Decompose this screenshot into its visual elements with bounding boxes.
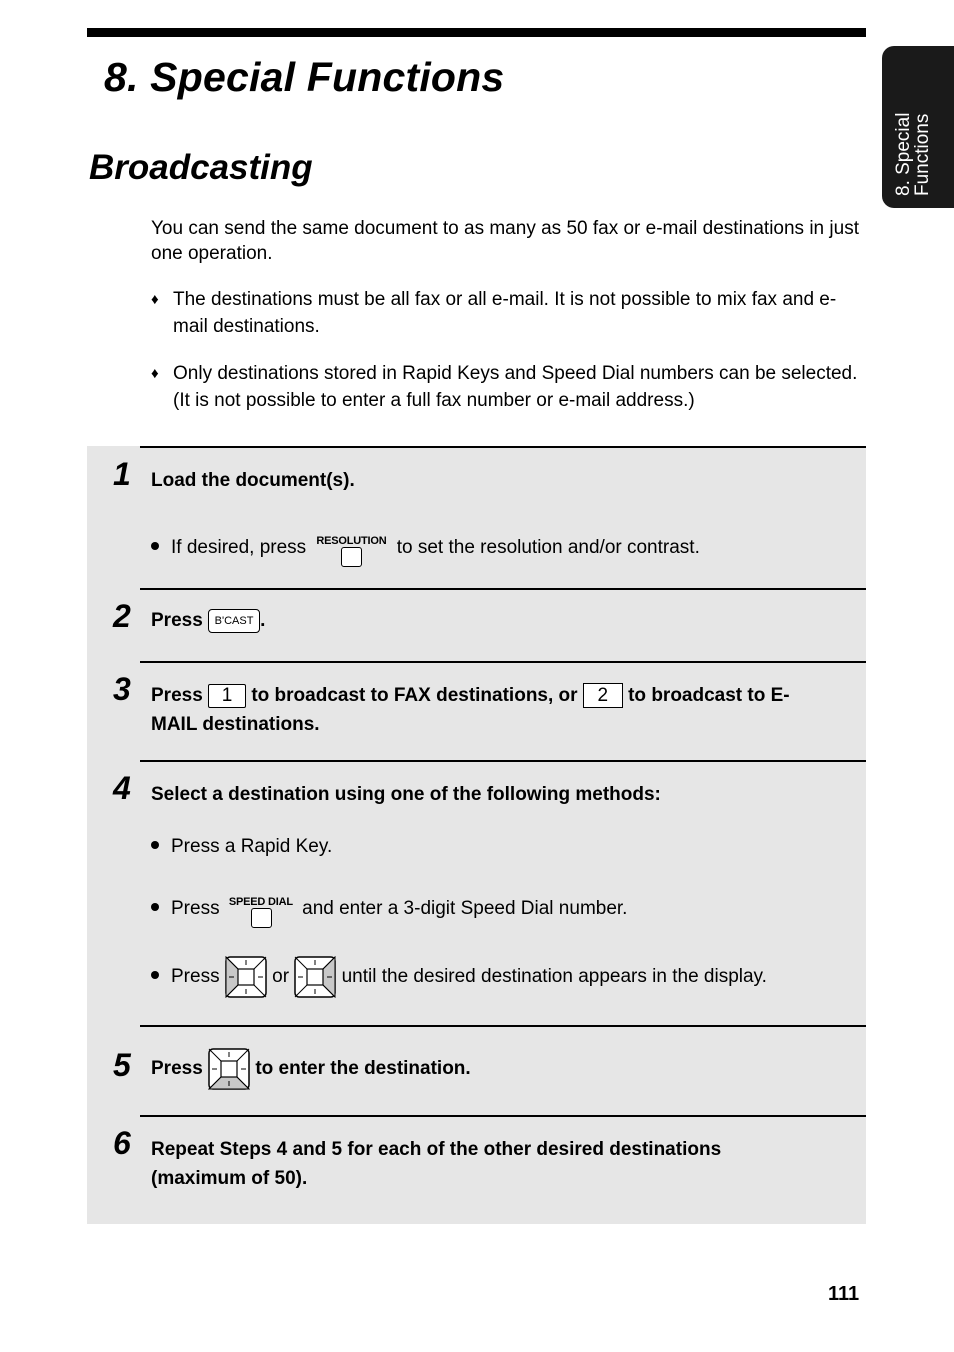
side-tab-label: 8. Special Functions (893, 66, 933, 196)
step-bullet: Press or until the desired destination a… (151, 956, 767, 998)
bullet-text: and enter a 3-digit Speed Dial number. (302, 898, 628, 920)
step-text: Press B'CAST. (151, 606, 851, 635)
intro-paragraph: You can send the same document to as man… (151, 218, 859, 264)
step-text-middle: to broadcast to FAX destinations, or (251, 685, 578, 706)
page-number: 111 (828, 1283, 860, 1305)
step-1: 1 Load the document(s). If desired, pres… (87, 446, 866, 588)
side-tab-line-1: 8. Special (893, 112, 914, 196)
chapter-title: 8. Special Functions (104, 54, 505, 100)
step-2: 2 Press B'CAST. (87, 588, 866, 661)
step-text: Select a destination using one of the fo… (151, 784, 661, 805)
bullet-text: Press a Rapid Key. (171, 836, 333, 857)
bullet-dot-icon (151, 903, 159, 912)
intro: You can send the same document to as man… (151, 216, 861, 414)
step-text-line-2: (maximum of 50). (151, 1168, 308, 1189)
digit-2-key: 2 (582, 683, 623, 709)
step-text-end: to broadcast to E- (628, 685, 790, 706)
bullet-text: until the desired destination appears in… (341, 966, 767, 988)
note-item: ♦ The destinations must be all fax or al… (151, 286, 861, 340)
speed-dial-key: SPEED DIAL (225, 894, 297, 928)
step-bullet: Press a Rapid Key. (151, 835, 332, 859)
step-number: 4 (113, 770, 131, 806)
step-text: Press 1 to broadcast to FAX destinations… (151, 681, 851, 739)
press-label: Press (151, 685, 203, 706)
step-divider (140, 446, 866, 448)
step-bullet: If desired, press RESOLUTION to set the … (151, 533, 700, 567)
step-text: Press to enter the destination. (151, 1047, 851, 1091)
diamond-bullet-icon: ♦ (151, 365, 159, 382)
key-button-icon (341, 547, 363, 567)
step-divider (140, 1025, 866, 1027)
step-number: 2 (113, 598, 131, 634)
key-button-icon (250, 908, 272, 928)
resolution-key: RESOLUTION (311, 533, 391, 567)
step-divider (140, 1115, 866, 1117)
nav-enter-key-icon (208, 1048, 251, 1090)
diamond-bullet-icon: ♦ (151, 291, 159, 308)
step-number: 6 (113, 1125, 131, 1161)
step-text: Repeat Steps 4 and 5 for each of the oth… (151, 1135, 851, 1193)
bullet-dot-icon (151, 971, 159, 980)
digit-1-key: 1 (208, 683, 247, 708)
chapter-side-tab: 8. Special Functions (882, 46, 954, 208)
step-divider (140, 661, 866, 663)
step-text-line-1: Repeat Steps 4 and 5 for each of the oth… (151, 1139, 722, 1160)
press-label: Press (151, 1058, 203, 1079)
press-label: Press (151, 610, 203, 631)
step-5: 5 Press to enter the destination. (87, 1025, 866, 1115)
bullet-dot-icon (151, 542, 159, 551)
bullet-text: Press (171, 966, 220, 988)
step-text: Load the document(s). (151, 470, 355, 491)
step-4: 4 Select a destination using one of the … (87, 760, 866, 1025)
nav-left-key-icon (225, 956, 267, 998)
note-item: ♦ Only destinations stored in Rapid Keys… (151, 360, 861, 414)
section-title: Broadcasting (89, 148, 313, 187)
step-number: 5 (113, 1047, 131, 1083)
step-number: 1 (113, 456, 131, 492)
side-tab-line-2: Functions (912, 113, 933, 196)
step-divider (140, 588, 866, 590)
bullet-text: If desired, press (171, 537, 307, 559)
note-text: Only destinations stored in Rapid Keys a… (173, 363, 858, 411)
nav-right-key-icon (294, 956, 337, 998)
step-text-end: to enter the destination. (255, 1058, 471, 1079)
bullet-dot-icon (151, 841, 159, 849)
step-bullet: Press SPEED DIAL and enter a 3-digit Spe… (151, 894, 628, 928)
note-text: The destinations must be all fax or all … (173, 289, 837, 337)
period: . (260, 610, 266, 631)
step-6: 6 Repeat Steps 4 and 5 for each of the o… (87, 1115, 866, 1224)
or-text: or (272, 966, 290, 988)
step-number: 3 (113, 671, 131, 707)
top-rule (87, 28, 866, 37)
bullet-text: Press (171, 898, 220, 920)
bcast-key: B'CAST (208, 608, 261, 633)
step-3: 3 Press 1 to broadcast to FAX destinatio… (87, 661, 866, 760)
steps-panel: 1 Load the document(s). If desired, pres… (87, 446, 866, 1224)
step-text-line-2: MAIL destinations. (151, 714, 320, 735)
bullet-text: to set the resolution and/or contrast. (396, 537, 700, 559)
step-divider (140, 760, 866, 762)
